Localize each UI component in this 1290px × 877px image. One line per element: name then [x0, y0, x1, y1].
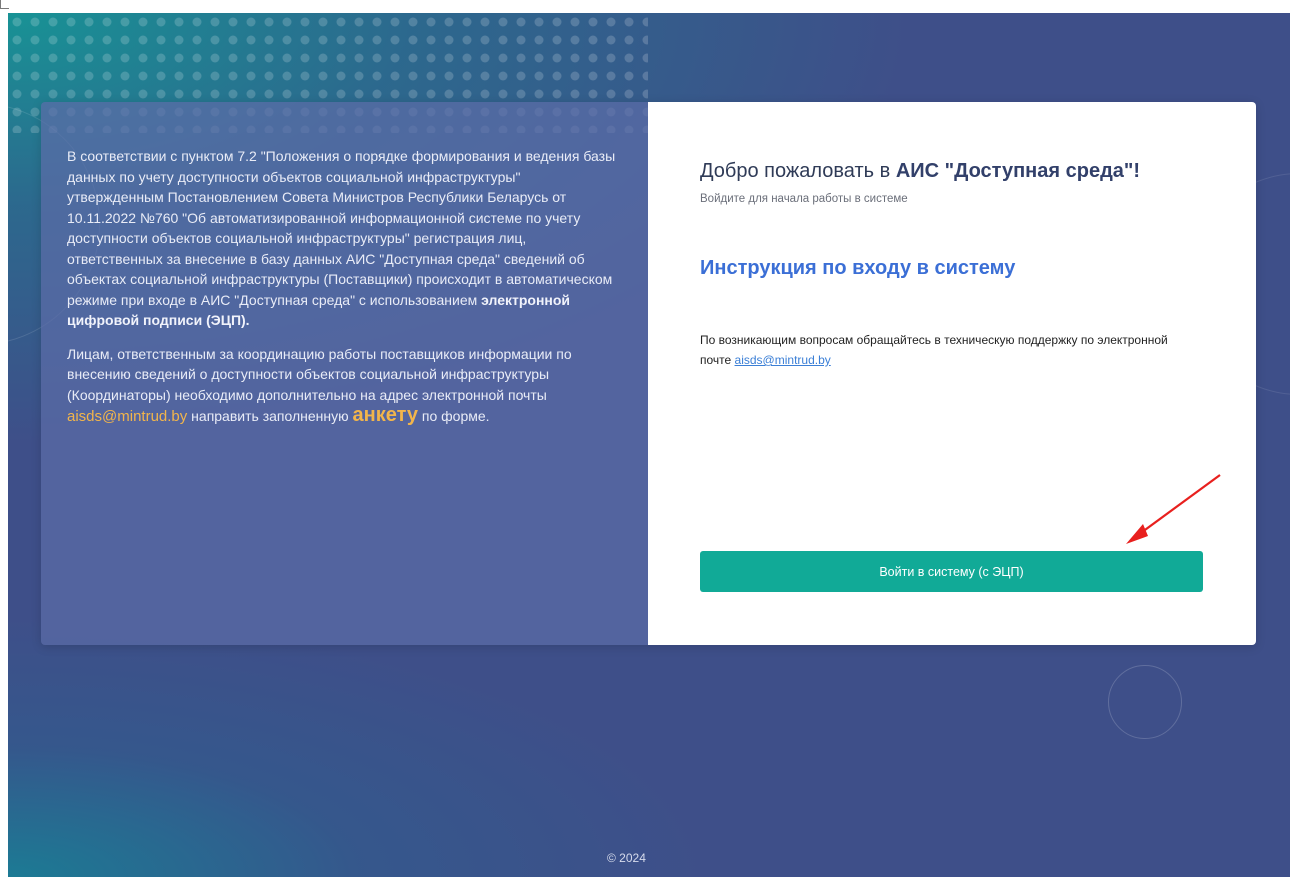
- instruction-link[interactable]: Инструкция по входу в систему: [700, 257, 1015, 280]
- info-paragraph-coordinators-end: по форме.: [418, 408, 490, 424]
- login-panel: Добро пожаловать в АИС "Доступная среда"…: [648, 102, 1256, 645]
- support-text: По возникающим вопросам обращайтесь в те…: [700, 330, 1200, 370]
- brand-name: АИС "Доступная среда": [895, 160, 1134, 182]
- support-email-link[interactable]: aisds@mintrud.by: [735, 353, 831, 367]
- info-paragraph-coordinators-mid: направить заполненную: [187, 408, 353, 424]
- welcome-suffix: !: [1133, 160, 1141, 182]
- crop-corner-mark: [0, 0, 9, 9]
- footer-copyright: © 2024: [607, 851, 646, 865]
- coordinator-email: aisds@mintrud.by: [67, 408, 188, 425]
- page-background: В соответствии с пунктом 7.2 "Положения …: [8, 13, 1290, 877]
- info-text: В соответствии с пунктом 7.2 "Положения …: [67, 146, 617, 441]
- login-ecp-button[interactable]: Войти в систему (с ЭЦП): [700, 551, 1203, 592]
- decorative-ring: [1108, 665, 1182, 739]
- welcome-heading: Добро пожаловать в АИС "Доступная среда"…: [700, 160, 1140, 183]
- welcome-subtitle: Войдите для начала работы в системе: [700, 193, 908, 205]
- login-card: В соответствии с пунктом 7.2 "Положения …: [41, 102, 1256, 645]
- info-paragraph-suppliers: В соответствии с пунктом 7.2 "Положения …: [67, 146, 617, 331]
- info-paragraph-suppliers-text: В соответствии с пунктом 7.2 "Положения …: [67, 148, 616, 308]
- info-paragraph-coordinators-text: Лицам, ответственным за координацию рабо…: [67, 345, 572, 403]
- info-paragraph-coordinators: Лицам, ответственным за координацию рабо…: [67, 344, 617, 428]
- top-margin: [0, 0, 1290, 13]
- welcome-prefix: Добро пожаловать в: [700, 160, 896, 182]
- left-margin: [0, 13, 8, 877]
- info-panel: В соответствии с пунктом 7.2 "Положения …: [41, 102, 648, 645]
- anketa-link[interactable]: анкету: [353, 404, 419, 426]
